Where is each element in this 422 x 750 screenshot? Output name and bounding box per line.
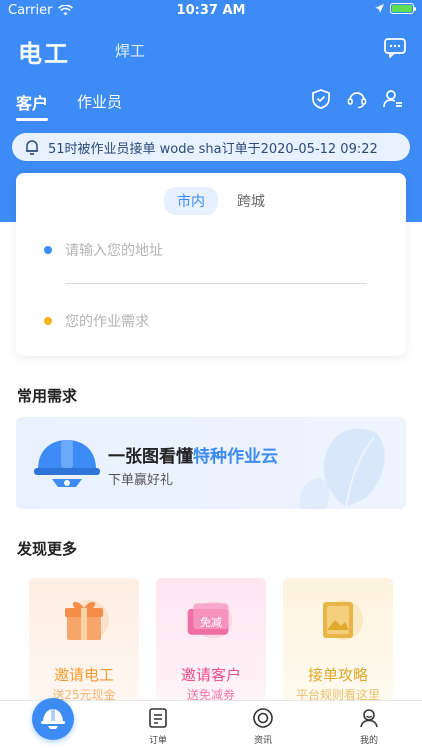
divider xyxy=(66,283,366,284)
city-segment-control: 市内 跨城 xyxy=(164,187,278,215)
notice-text: 51时被作业员接单 wode sha订单于2020-05-12 09:22 xyxy=(48,141,378,157)
banner-title-highlight: 特种作业云 xyxy=(193,447,278,467)
gift-box-icon xyxy=(65,600,109,640)
banner-title: 一张图看懂特种作业云 xyxy=(108,442,278,467)
need-input[interactable]: 您的作业需求 xyxy=(44,311,149,331)
shield-icon[interactable] xyxy=(310,88,332,110)
notice-marquee[interactable]: 51时被作业员接单 wode sha订单于2020-05-12 09:22 xyxy=(12,133,410,161)
coupon-label: 免减 xyxy=(200,616,222,629)
banner-title-plain: 一张图看懂 xyxy=(108,447,193,467)
helmet-icon xyxy=(34,440,100,487)
promo-banner[interactable]: 一张图看懂特种作业云 下单赢好礼 xyxy=(16,417,406,509)
invite-customer-title: 邀请客户 xyxy=(180,666,241,684)
tab-customer[interactable]: 客户 xyxy=(16,90,49,121)
tab-orders[interactable]: 订单 xyxy=(128,707,188,746)
invite-customer-card[interactable]: 免减 邀请客户 送免减券 xyxy=(156,578,266,700)
address-card: 市内 跨城 请输入您的地址 您的作业需求 xyxy=(16,173,406,356)
status-time: 10:37 AM xyxy=(176,3,246,18)
section-common-title: 常用需求 xyxy=(17,387,78,405)
leaf-decoration-icon xyxy=(299,428,385,509)
category-switch-link[interactable]: 焊工 xyxy=(115,40,145,61)
address-placeholder: 请输入您的地址 xyxy=(65,243,163,259)
tab-news[interactable]: 资讯 xyxy=(233,707,293,746)
bell-icon xyxy=(26,140,38,155)
bottom-tab-bar: 订单 资讯 我的 xyxy=(0,698,422,750)
page-title: 电工 xyxy=(18,40,70,68)
battery-icon xyxy=(390,3,416,14)
helmet-home-icon xyxy=(41,709,65,729)
tab-orders-label: 订单 xyxy=(148,736,167,746)
invite-electrician-subtitle: 送25元现金 xyxy=(52,688,116,700)
tab-home[interactable] xyxy=(32,698,74,740)
order-guide-card[interactable]: 接单攻略 平台规则看这里 xyxy=(283,578,393,700)
profile-icon xyxy=(360,709,378,728)
user-list-icon[interactable] xyxy=(382,88,404,110)
customer-service-icon[interactable] xyxy=(346,88,368,110)
news-icon xyxy=(253,708,273,728)
tab-profile[interactable]: 我的 xyxy=(339,707,399,746)
section-discover-title: 发现更多 xyxy=(17,540,78,558)
order-guide-title: 接单攻略 xyxy=(307,666,368,684)
need-placeholder: 您的作业需求 xyxy=(65,314,149,330)
address-input[interactable]: 请输入您的地址 xyxy=(44,240,163,260)
book-icon xyxy=(323,600,363,640)
banner-subtitle: 下单赢好礼 xyxy=(108,473,174,488)
tab-profile-label: 我的 xyxy=(359,736,378,746)
tab-worker[interactable]: 作业员 xyxy=(77,91,122,112)
invite-electrician-title: 邀请电工 xyxy=(53,666,114,684)
address-dot-icon xyxy=(44,246,52,254)
invite-electrician-card[interactable]: 邀请电工 送25元现金 xyxy=(29,578,139,700)
order-guide-subtitle: 平台规则看这里 xyxy=(295,688,380,700)
status-bar: Carrier 10:37 AM xyxy=(0,0,422,22)
orders-icon xyxy=(149,708,167,728)
invite-customer-subtitle: 送免减券 xyxy=(186,688,235,700)
location-arrow-icon xyxy=(375,4,384,13)
message-icon[interactable] xyxy=(384,38,406,58)
segment-cross-city[interactable]: 跨城 xyxy=(224,187,278,215)
need-dot-icon xyxy=(44,317,52,325)
tab-news-label: 资讯 xyxy=(253,736,272,746)
segment-in-city[interactable]: 市内 xyxy=(164,187,218,215)
